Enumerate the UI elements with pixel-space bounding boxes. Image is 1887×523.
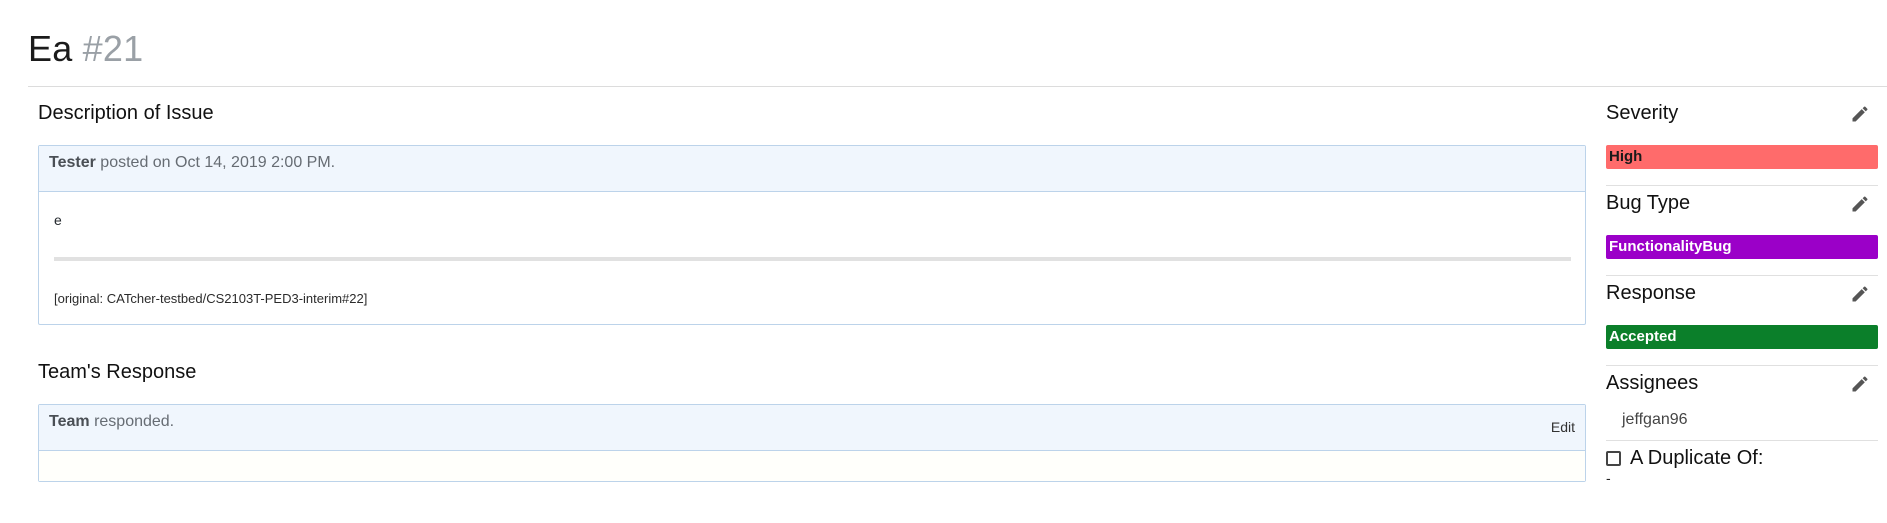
issue-number: #21	[82, 28, 144, 69]
response-label-section: Response	[1606, 282, 1878, 308]
assignee-item: jeffgan96	[1622, 411, 1688, 428]
response-action-text: responded.	[94, 413, 175, 430]
severity-section: Severity	[1606, 102, 1878, 128]
description-comment-body: e [original: CATcher-testbed/CS2103T-PED…	[39, 192, 1585, 324]
response-section-title: Team's Response	[38, 361, 197, 383]
sidebar-divider	[1606, 365, 1878, 366]
response-label-title: Response	[1606, 282, 1697, 304]
description-comment: Tester posted on Oct 14, 2019 2:00 PM. e…	[38, 145, 1586, 325]
edit-response-button[interactable]: Edit	[1551, 419, 1575, 435]
description-section-title: Description of Issue	[38, 102, 214, 124]
description-comment-header: Tester posted on Oct 14, 2019 2:00 PM.	[39, 146, 1585, 192]
issue-title-text: Ea	[28, 28, 73, 69]
description-body-text: e	[54, 212, 62, 228]
pencil-icon[interactable]	[1850, 284, 1870, 304]
duplicate-checkbox[interactable]	[1606, 451, 1621, 466]
pencil-icon[interactable]	[1850, 374, 1870, 394]
pencil-icon[interactable]	[1850, 104, 1870, 124]
description-original-ref: [original: CATcher-testbed/CS2103T-PED3-…	[54, 291, 368, 306]
issue-title: Ea #21	[28, 28, 143, 70]
severity-label: High	[1606, 145, 1878, 169]
description-posted-text: posted on Oct 14, 2019 2:00 PM.	[100, 154, 336, 171]
sidebar-divider	[1606, 185, 1878, 186]
duplicate-row: A Duplicate Of:	[1606, 447, 1763, 470]
severity-title: Severity	[1606, 102, 1679, 124]
sidebar-divider	[1606, 440, 1878, 441]
assignees-section: Assignees	[1606, 372, 1878, 398]
sidebar-divider	[1606, 275, 1878, 276]
response-label: Accepted	[1606, 325, 1878, 349]
response-comment-header: Team responded. Edit	[39, 405, 1585, 451]
bug-type-title: Bug Type	[1606, 192, 1691, 214]
bug-type-section: Bug Type	[1606, 192, 1878, 218]
description-author: Tester	[49, 154, 96, 171]
response-author: Team	[49, 413, 90, 430]
assignees-title: Assignees	[1606, 372, 1699, 394]
bug-type-label: FunctionalityBug	[1606, 235, 1878, 259]
duplicate-label: A Duplicate Of:	[1630, 447, 1764, 469]
header-divider	[28, 86, 1887, 87]
description-body-divider	[54, 257, 1571, 261]
response-comment-body	[39, 451, 1585, 481]
duplicate-value: -	[1606, 470, 1611, 486]
issue-page: Ea #21 Description of Issue Tester poste…	[0, 0, 1887, 523]
response-comment: Team responded. Edit	[38, 404, 1586, 482]
pencil-icon[interactable]	[1850, 194, 1870, 214]
